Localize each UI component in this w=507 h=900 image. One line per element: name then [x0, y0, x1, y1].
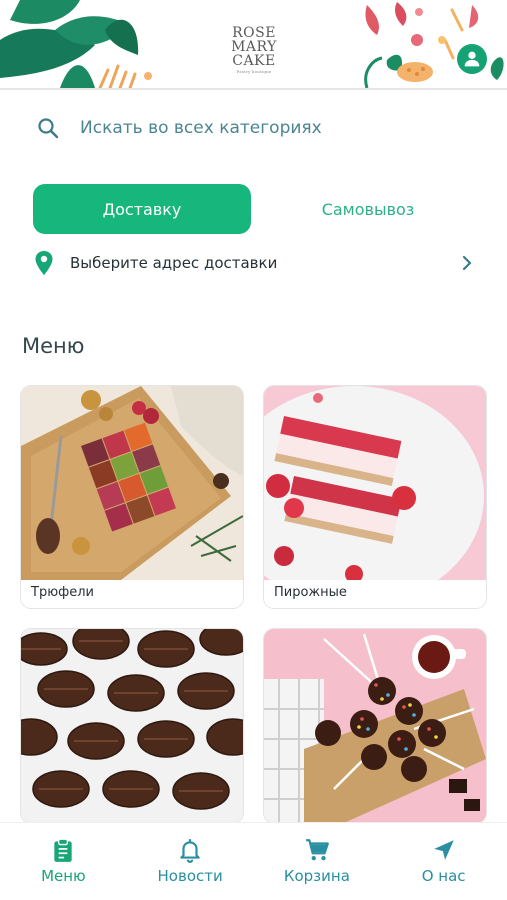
nav-item-cart[interactable]: Корзина	[254, 823, 381, 900]
nav-label: Корзина	[283, 867, 350, 885]
nav-item-news[interactable]: Новости	[127, 823, 254, 900]
logo-line: CAKE	[232, 53, 276, 69]
menu-card-label: Пирожные	[264, 580, 486, 608]
menu-card-cake-pops[interactable]	[264, 629, 486, 823]
search-icon	[38, 118, 59, 139]
nav-label: Меню	[41, 867, 86, 885]
nav-label: Новости	[157, 867, 223, 885]
nav-label: О нас	[421, 867, 466, 885]
chocolate-image	[21, 629, 243, 823]
nav-item-menu[interactable]: Меню	[0, 823, 127, 900]
truffles-image	[21, 386, 243, 580]
location-pin-icon	[35, 251, 53, 275]
chevron-right-icon	[462, 255, 472, 271]
delivery-mode-toggle: Доставку Самовывоз	[33, 184, 473, 234]
logo-subtitle: Pastry boutique	[236, 69, 272, 74]
menu-card-label: Трюфели	[21, 580, 243, 608]
menu-card-truffles[interactable]: Трюфели	[21, 386, 243, 608]
pickup-button[interactable]: Самовывоз	[263, 184, 473, 234]
cart-icon	[306, 839, 329, 861]
nav-item-about[interactable]: О нас	[380, 823, 507, 900]
berry-decoration-right	[364, 2, 504, 88]
menu-card-pastries[interactable]: Пирожные	[264, 386, 486, 608]
navigation-arrow-icon	[433, 840, 454, 860]
cake-pops-image	[264, 629, 486, 823]
header-banner: ROSE MARY CAKE Pastry boutique	[0, 0, 507, 90]
delivery-address-row[interactable]: Выберите адрес доставки	[34, 246, 474, 280]
clipboard-icon	[54, 838, 73, 862]
user-icon	[464, 51, 480, 67]
address-label: Выберите адрес доставки	[70, 254, 278, 272]
leaf-decoration-left	[0, 0, 152, 88]
menu-card-chocolate[interactable]	[21, 629, 243, 823]
profile-button[interactable]	[457, 44, 487, 74]
bottom-navigation: Меню Новости Корзина О нас	[0, 822, 507, 900]
bell-icon	[180, 839, 200, 863]
pastries-image	[264, 386, 486, 580]
brand-logo: ROSE MARY CAKE Pastry boutique	[210, 26, 298, 74]
delivery-button[interactable]: Доставку	[33, 184, 251, 234]
search-input[interactable]	[80, 118, 460, 138]
search-bar[interactable]	[36, 108, 476, 148]
menu-section-title: Меню	[22, 334, 85, 358]
